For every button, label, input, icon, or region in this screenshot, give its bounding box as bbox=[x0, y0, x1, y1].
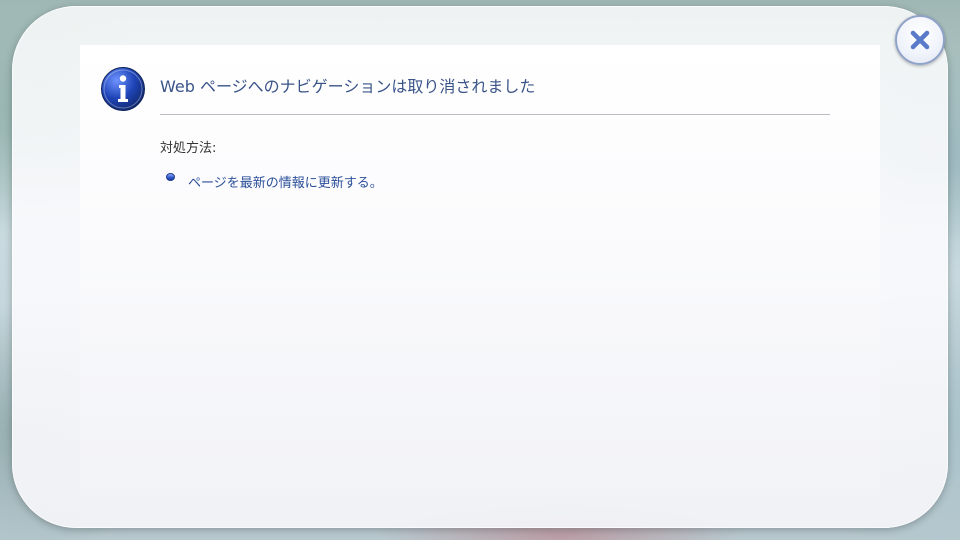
close-button[interactable] bbox=[895, 15, 945, 65]
page-title: Web ページへのナビゲーションは取り消されました bbox=[160, 77, 536, 96]
content-panel: Web ページへのナビゲーションは取り消されました 対処方法: ページを最新の情… bbox=[80, 45, 880, 495]
remedy-label: 対処方法: bbox=[160, 141, 217, 156]
refresh-page-link[interactable]: ページを最新の情報に更新する。 bbox=[188, 172, 383, 191]
info-icon bbox=[101, 67, 145, 111]
divider bbox=[160, 114, 830, 115]
bullet-icon bbox=[166, 173, 175, 181]
close-icon bbox=[910, 30, 930, 50]
